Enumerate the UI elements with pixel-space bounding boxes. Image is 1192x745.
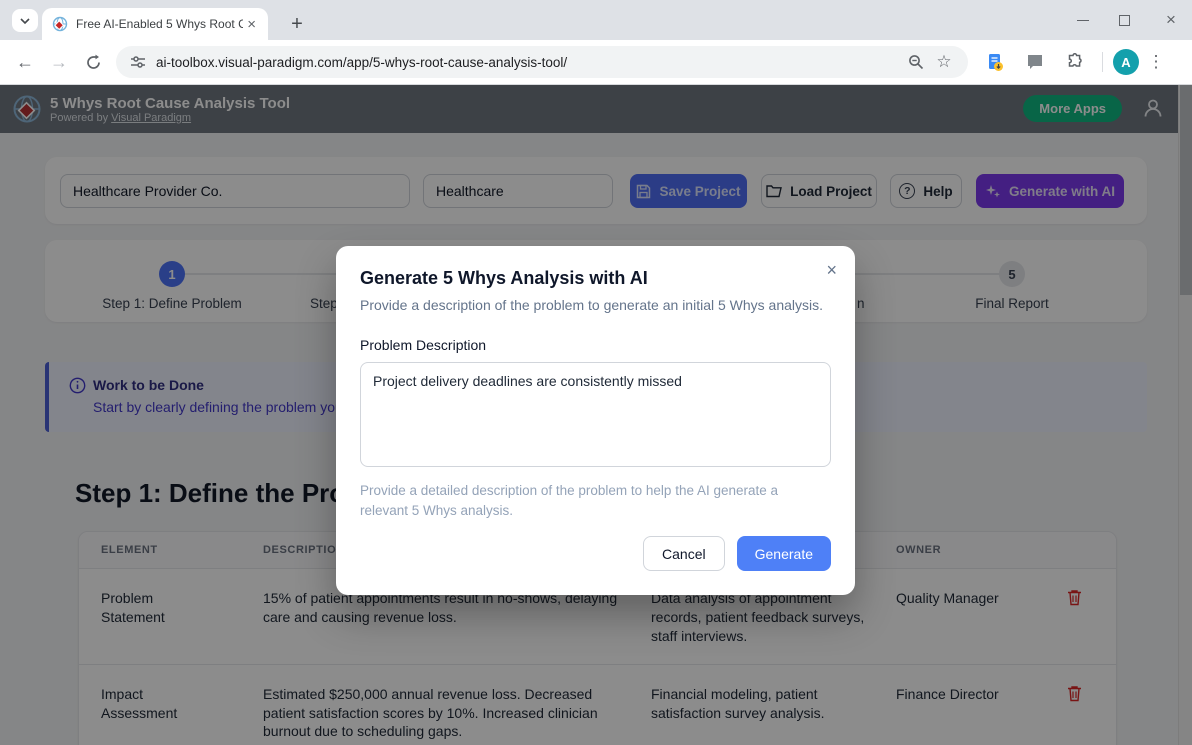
browser-titlebar: Free AI-Enabled 5 Whys Root C × + × bbox=[0, 0, 1192, 40]
cancel-button[interactable]: Cancel bbox=[643, 536, 725, 571]
modal-close-icon[interactable]: × bbox=[826, 260, 837, 281]
generate-ai-modal: Generate 5 Whys Analysis with AI × Provi… bbox=[336, 246, 855, 595]
browser-extension-icons: A ⋮ bbox=[978, 45, 1167, 79]
extensions-button[interactable] bbox=[1058, 45, 1092, 79]
chevron-down-icon bbox=[19, 15, 31, 27]
window-maximize-button[interactable] bbox=[1119, 15, 1130, 26]
bookmark-star-icon[interactable]: ☆ bbox=[930, 52, 958, 72]
forward-button[interactable]: → bbox=[42, 45, 76, 79]
chat-bubble-icon bbox=[1026, 53, 1044, 71]
zoom-button[interactable] bbox=[902, 54, 930, 70]
modal-footer: Cancel Generate bbox=[360, 536, 831, 571]
page-viewport: 5 Whys Root Cause Analysis Tool Powered … bbox=[0, 85, 1192, 745]
reload-button[interactable] bbox=[76, 45, 110, 79]
sidebar-chat-button[interactable] bbox=[1018, 45, 1052, 79]
modal-title: Generate 5 Whys Analysis with AI bbox=[360, 268, 831, 289]
new-tab-button[interactable]: + bbox=[283, 10, 311, 38]
zoom-out-icon bbox=[908, 54, 924, 70]
generate-button[interactable]: Generate bbox=[737, 536, 831, 571]
puzzle-icon bbox=[1066, 53, 1084, 71]
tab-close-icon[interactable]: × bbox=[243, 16, 260, 33]
window-close-button[interactable]: × bbox=[1160, 10, 1182, 30]
problem-description-textarea[interactable]: Project delivery deadlines are consisten… bbox=[360, 362, 831, 467]
window-controls: × bbox=[1077, 0, 1182, 40]
tab-search-button[interactable] bbox=[12, 9, 38, 32]
problem-description-label: Problem Description bbox=[360, 337, 831, 353]
tab-title: Free AI-Enabled 5 Whys Root C bbox=[76, 17, 243, 31]
site-favicon-icon bbox=[52, 16, 68, 32]
reload-icon bbox=[85, 54, 102, 71]
profile-avatar[interactable]: A bbox=[1113, 49, 1139, 75]
docs-offline-button[interactable] bbox=[978, 45, 1012, 79]
window-minimize-button[interactable] bbox=[1077, 20, 1089, 21]
helper-text: Provide a detailed description of the pr… bbox=[360, 481, 810, 520]
address-bar[interactable]: ai-toolbox.visual-paradigm.com/app/5-why… bbox=[116, 46, 968, 78]
browser-menu-button[interactable]: ⋮ bbox=[1145, 52, 1167, 72]
toolbar-divider bbox=[1102, 52, 1103, 72]
url-text: ai-toolbox.visual-paradigm.com/app/5-why… bbox=[156, 55, 902, 70]
modal-subtitle: Provide a description of the problem to … bbox=[360, 297, 831, 313]
back-button[interactable]: ← bbox=[8, 45, 42, 79]
browser-navbar: ← → ai-toolbox.visual-paradigm.com/app/5… bbox=[0, 40, 1192, 85]
docs-offline-icon bbox=[986, 53, 1005, 72]
browser-tab[interactable]: Free AI-Enabled 5 Whys Root C × bbox=[42, 8, 268, 40]
site-settings-icon bbox=[130, 54, 146, 70]
browser-window: Free AI-Enabled 5 Whys Root C × + × ← → … bbox=[0, 0, 1192, 745]
